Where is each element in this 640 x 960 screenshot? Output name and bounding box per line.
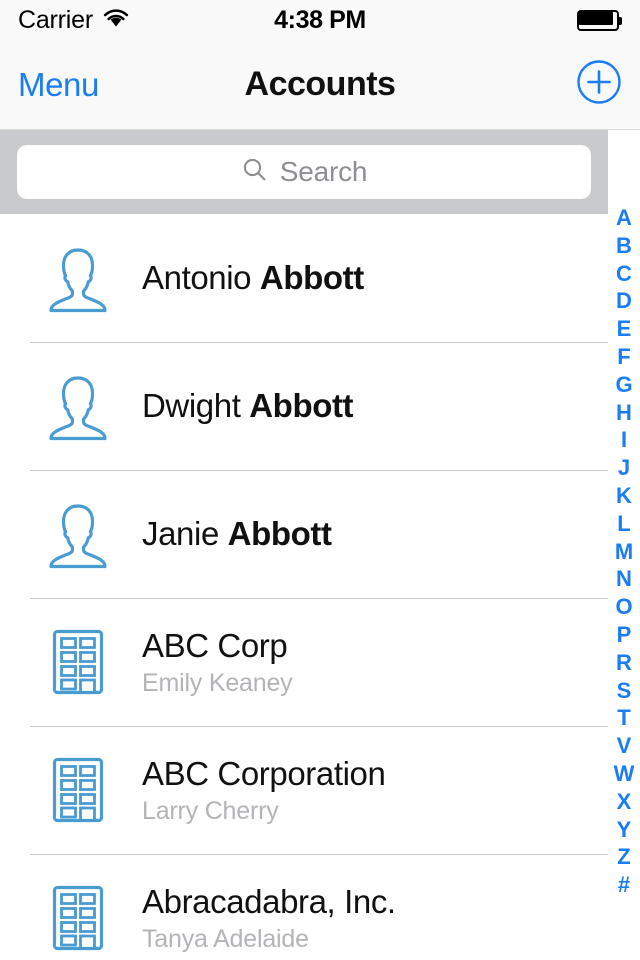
search-input[interactable]: Search [17, 145, 591, 199]
accounts-list: Antonio Abbott Dwight Abbott Janie Abbot… [0, 214, 608, 960]
list-item-text: Janie Abbott [126, 515, 332, 553]
list-item-text: Abracadabra, Inc. Tanya Adelaide [126, 883, 396, 954]
index-letter-w[interactable]: W [608, 760, 640, 788]
list-item-last-name: Abbott [259, 259, 364, 296]
plus-circle-icon [576, 59, 622, 110]
list-item-first-name: ABC Corp [142, 626, 288, 664]
person-icon [30, 241, 126, 315]
building-icon [30, 753, 126, 827]
index-letter-e[interactable]: E [608, 315, 640, 343]
list-item[interactable]: Janie Abbott [0, 470, 608, 598]
list-item-title: ABC Corp [142, 627, 292, 665]
person-icon [30, 497, 126, 571]
index-letter-a[interactable]: A [608, 204, 640, 232]
list-item-text: ABC Corp Emily Keaney [126, 627, 293, 698]
index-letter-x[interactable]: X [608, 788, 640, 816]
list-item-title: Abracadabra, Inc. [142, 883, 396, 921]
index-letter-h[interactable]: H [608, 399, 640, 427]
list-item-first-name: Dwight [142, 387, 250, 424]
navigation-bar: Menu Accounts [0, 40, 640, 130]
app-screen: Carrier 4:38 PM Menu Accounts Search Ant… [0, 0, 640, 960]
index-letter-i[interactable]: I [608, 426, 640, 454]
building-icon [30, 625, 126, 699]
list-item-first-name: Antonio [142, 259, 260, 296]
index-letter-m[interactable]: M [608, 538, 640, 566]
list-item-text: ABC Corporation Larry Cherry [126, 754, 386, 826]
list-item[interactable]: Abracadabra, Inc. Tanya Adelaide [0, 854, 608, 960]
search-icon [241, 156, 268, 188]
index-letter-t[interactable]: T [608, 704, 640, 732]
index-letter-p[interactable]: P [608, 621, 640, 649]
index-letter-b[interactable]: B [608, 232, 640, 260]
index-letter-r[interactable]: R [608, 649, 640, 677]
index-letter-o[interactable]: O [608, 593, 640, 621]
alphabet-index-bar[interactable]: A B C D E F G H I J K L M N O P R S T V W X Y Z # [608, 204, 640, 960]
list-item-first-name: Janie [142, 515, 228, 552]
index-letter-g[interactable]: G [608, 371, 640, 399]
index-letter-v[interactable]: V [608, 732, 640, 760]
menu-button[interactable]: Menu [18, 66, 99, 104]
wifi-icon [102, 7, 130, 33]
battery-full-icon [577, 9, 622, 31]
index-letter-n[interactable]: N [608, 565, 640, 593]
index-letter-y[interactable]: Y [608, 816, 640, 844]
list-item-text: Dwight Abbott [126, 387, 354, 425]
list-item-last-name: Abbott [227, 515, 332, 552]
list-item-title: Janie Abbott [142, 515, 332, 553]
list-item-first-name: Abracadabra, Inc. [142, 882, 396, 920]
index-letter-k[interactable]: K [608, 482, 640, 510]
status-bar: Carrier 4:38 PM [0, 0, 640, 40]
search-placeholder: Search [279, 156, 368, 187]
status-bar-left: Carrier [18, 6, 130, 35]
index-letter-c[interactable]: C [608, 260, 640, 288]
building-icon [30, 881, 126, 955]
list-item[interactable]: Dwight Abbott [0, 342, 608, 470]
status-bar-right [577, 9, 622, 31]
index-letter-d[interactable]: D [608, 287, 640, 315]
index-letter-l[interactable]: L [608, 510, 640, 538]
list-item-title: Antonio Abbott [142, 259, 364, 297]
index-letter-f[interactable]: F [608, 343, 640, 371]
list-item-title: Dwight Abbott [142, 387, 354, 425]
list-item-last-name: Abbott [249, 387, 354, 424]
list-item-subtitle: Larry Cherry [142, 796, 279, 825]
list-item[interactable]: Antonio Abbott [0, 214, 608, 342]
list-item[interactable]: ABC Corporation Larry Cherry [0, 726, 608, 854]
list-item-text: Antonio Abbott [126, 259, 364, 297]
index-letter-hash[interactable]: # [608, 871, 640, 899]
list-item[interactable]: ABC Corp Emily Keaney [0, 598, 608, 726]
list-item-subtitle: Emily Keaney [142, 668, 293, 697]
index-letter-s[interactable]: S [608, 677, 640, 705]
list-item-subtitle: Tanya Adelaide [142, 924, 309, 953]
index-letter-z[interactable]: Z [608, 843, 640, 871]
list-item-first-name: ABC Corporation [142, 754, 386, 792]
index-letter-j[interactable]: J [608, 454, 640, 482]
list-item-title: ABC Corporation [142, 754, 386, 793]
add-account-button[interactable] [576, 59, 622, 110]
person-icon [30, 369, 126, 443]
carrier-label: Carrier [18, 5, 93, 34]
search-bar-container: Search [0, 130, 608, 214]
